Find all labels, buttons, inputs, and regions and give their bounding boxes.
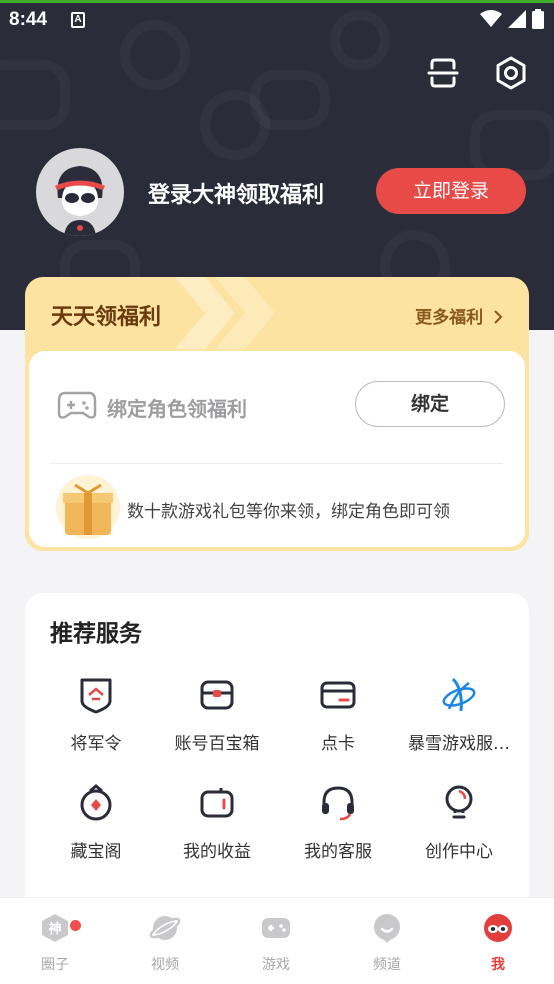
nav-item-video[interactable]: 视频: [110, 912, 220, 974]
settings-icon[interactable]: [494, 56, 528, 90]
signal-icon: [508, 10, 526, 28]
service-label: 将军令: [70, 734, 122, 754]
scan-icon[interactable]: [426, 56, 460, 90]
nav-item-me[interactable]: 我: [443, 912, 553, 974]
battery-icon: [532, 9, 544, 29]
chevron-decoration: [215, 277, 275, 349]
gift-description: 数十款游戏礼包等你来领，绑定角色即可领: [127, 502, 450, 522]
bind-button[interactable]: 绑定: [355, 381, 505, 427]
service-label: 我的客服: [304, 842, 372, 862]
chevron-right-icon: [494, 310, 503, 324]
circle-shen-icon: 神: [42, 914, 68, 942]
service-item-blizzard[interactable]: 暴雪游戏服…: [396, 675, 522, 754]
welfare-title: 天天领福利: [51, 305, 162, 330]
token-shield-icon: [80, 678, 112, 714]
daily-welfare-card: 天天领福利 更多福利 绑定角色领福利 绑定 数十款游戏礼包等你来领，绑定角色即可…: [25, 277, 529, 551]
service-item-account-box[interactable]: 账号百宝箱: [154, 675, 280, 754]
service-label: 点卡: [321, 734, 355, 754]
service-item-general-token[interactable]: 将军令: [33, 675, 159, 754]
service-label: 暴雪游戏服…: [408, 734, 510, 754]
wallet-icon: [200, 788, 234, 818]
gamepad-outline-icon: [57, 391, 97, 419]
services-title: 推荐服务: [50, 621, 142, 647]
blizzard-icon: [442, 677, 476, 712]
nav-label: 我: [491, 957, 505, 973]
channel-icon: [374, 914, 400, 943]
service-item-point-card[interactable]: 点卡: [275, 675, 401, 754]
recommended-services: 推荐服务 将军令 账号百宝箱 点卡 暴雪游戏服… 藏宝阁 我的收益 我的客服 创…: [25, 593, 529, 923]
gamepad-icon: [262, 918, 290, 938]
bind-role-label: 绑定角色领福利: [107, 397, 247, 421]
nav-label: 游戏: [262, 957, 290, 973]
login-prompt[interactable]: 登录大神领取福利: [148, 177, 324, 209]
svg-text:神: 神: [48, 921, 61, 937]
treasure-box-icon: [200, 680, 234, 710]
bottom-navigation: 神 圈子 视频 游戏 频道 我: [0, 897, 554, 984]
service-item-customer-service[interactable]: 我的客服: [275, 783, 401, 862]
service-label: 我的收益: [183, 842, 251, 862]
more-welfare-label: 更多福利: [415, 308, 484, 328]
service-item-my-earnings[interactable]: 我的收益: [154, 783, 280, 862]
service-label: 创作中心: [425, 842, 493, 862]
service-label: 藏宝阁: [70, 842, 122, 862]
nav-item-channel[interactable]: 频道: [332, 912, 442, 974]
divider: [51, 463, 503, 464]
point-card-icon: [320, 681, 356, 709]
gift-chest-icon: [56, 475, 120, 539]
notification-icon: A: [71, 12, 85, 28]
login-button[interactable]: 立即登录: [376, 168, 526, 214]
nav-label: 圈子: [41, 957, 69, 973]
service-item-treasure-pavilion[interactable]: 藏宝阁: [33, 783, 159, 862]
service-label: 账号百宝箱: [174, 734, 260, 754]
status-time: 8:44: [9, 9, 48, 30]
more-welfare-link[interactable]: 更多福利: [415, 303, 503, 328]
wifi-icon: [480, 10, 502, 27]
me-mask-icon: [484, 914, 512, 942]
planet-icon: [149, 916, 181, 940]
notification-dot: [70, 920, 81, 931]
avatar[interactable]: [36, 148, 124, 236]
status-bar: 8:44 A: [0, 3, 554, 37]
default-avatar-icon: [55, 166, 105, 236]
headset-icon: [322, 786, 354, 821]
nav-label: 视频: [151, 957, 179, 973]
welfare-panel: 绑定角色领福利 绑定 数十款游戏礼包等你来领，绑定角色即可领: [29, 351, 525, 547]
treasure-pavilion-icon: [80, 784, 112, 821]
service-item-creator-center[interactable]: 创作中心: [396, 783, 522, 862]
lightbulb-icon: [445, 785, 473, 819]
nav-item-games[interactable]: 游戏: [221, 912, 331, 974]
background-decoration: [200, 90, 270, 160]
background-decoration: [0, 60, 70, 130]
nav-label: 频道: [373, 957, 401, 973]
nav-item-circle[interactable]: 神 圈子: [0, 912, 110, 974]
